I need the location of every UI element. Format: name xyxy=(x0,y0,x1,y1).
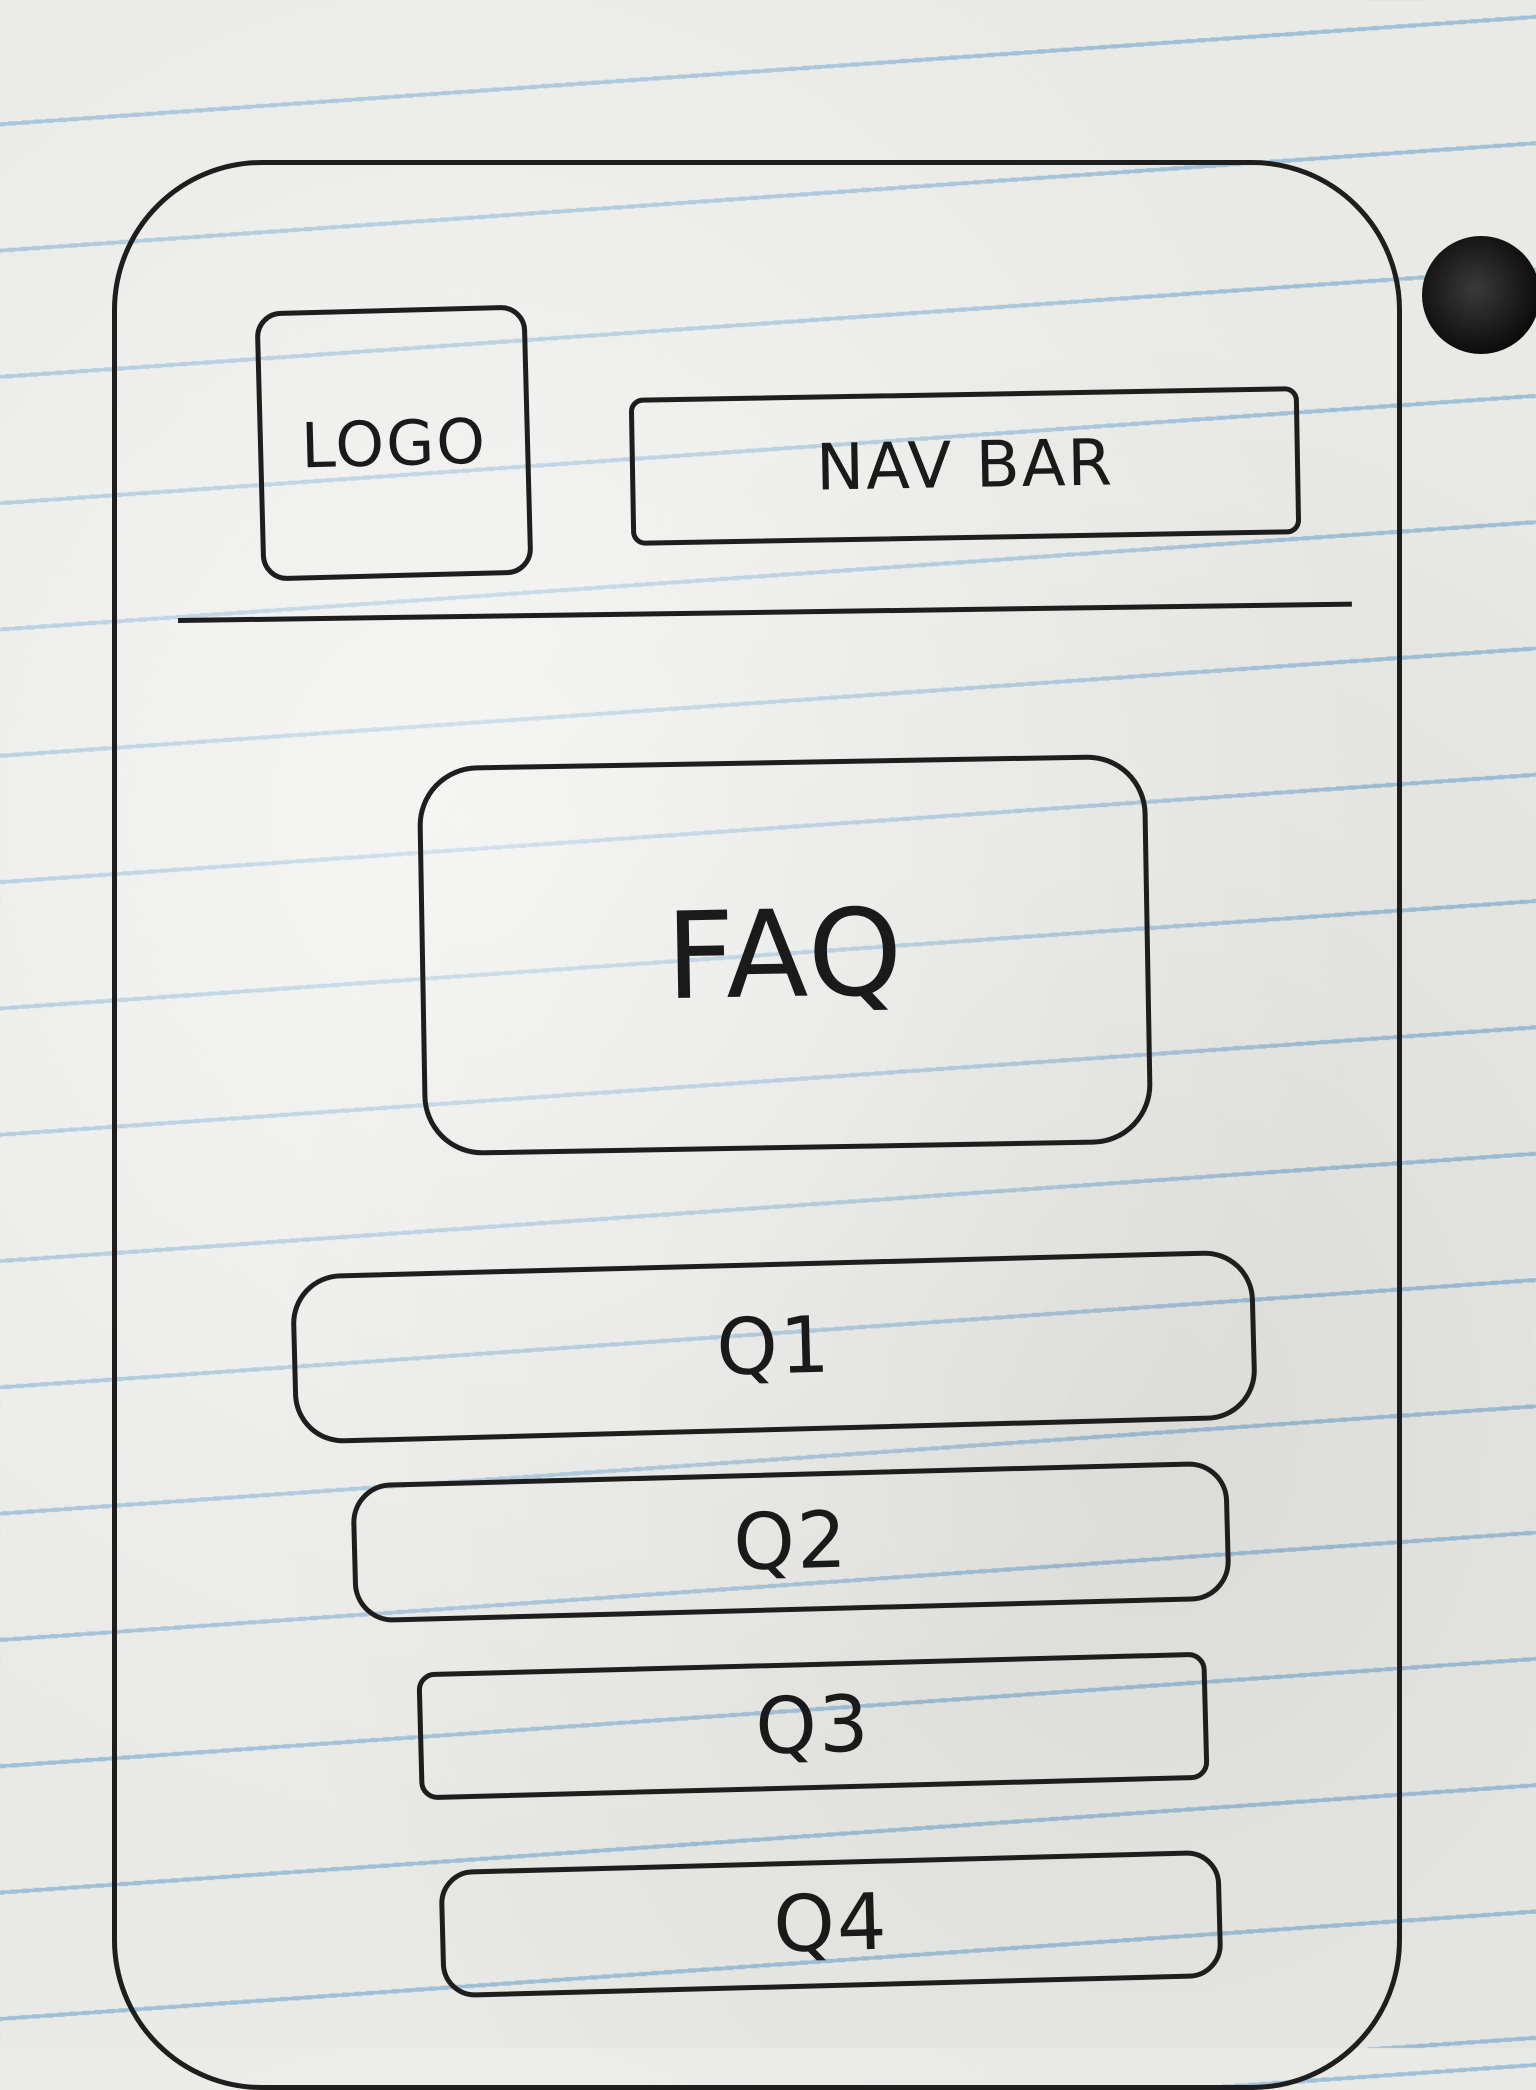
faq-hero: FAQ xyxy=(416,753,1154,1157)
nav-bar[interactable]: NAV BAR xyxy=(628,386,1302,546)
faq-question-4[interactable]: Q4 xyxy=(438,1849,1224,1999)
logo[interactable]: LOGO xyxy=(254,304,534,582)
faq-question-label: Q1 xyxy=(715,1300,833,1394)
faq-question-1[interactable]: Q1 xyxy=(289,1249,1259,1445)
logo-label: LOGO xyxy=(300,404,488,482)
faq-question-label: Q4 xyxy=(772,1877,890,1971)
nav-bar-label: NAV BAR xyxy=(815,426,1115,506)
faq-question-label: Q2 xyxy=(732,1495,850,1589)
paper-punch-hole xyxy=(1422,236,1536,354)
faq-question-3[interactable]: Q3 xyxy=(416,1651,1210,1801)
faq-question-2[interactable]: Q2 xyxy=(350,1460,1232,1624)
faq-title: FAQ xyxy=(664,883,906,1027)
faq-question-label: Q3 xyxy=(754,1679,872,1773)
